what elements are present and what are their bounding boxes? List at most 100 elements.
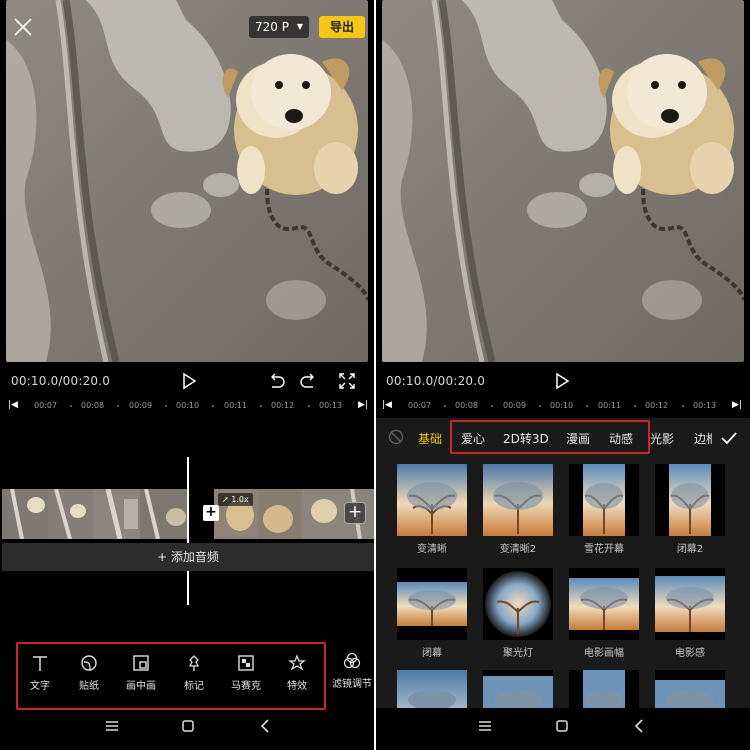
tool-filter[interactable]: 滤镜调节 <box>330 652 374 690</box>
effect-thumbnail <box>569 464 639 536</box>
close-icon[interactable] <box>12 16 34 38</box>
effect-category-tabs: 基础 爱心 2D转3D 漫画 动感 光影 边框 <box>376 418 750 458</box>
clip-frame <box>48 489 94 539</box>
menu-icon[interactable] <box>103 717 121 735</box>
tool-label: 滤镜调节 <box>332 679 372 690</box>
effect-name: 闭幕2 <box>676 544 704 555</box>
effect-item[interactable]: 电影画幅 <box>568 568 640 659</box>
play-icon[interactable] <box>179 371 199 391</box>
system-nav-bar <box>0 714 374 738</box>
ruler-dot <box>70 405 72 407</box>
ruler-tick: 00:11 <box>224 401 248 410</box>
ruler-dot <box>491 405 493 407</box>
effect-item[interactable] <box>568 670 640 708</box>
ruler-tick: 00:07 <box>408 401 432 410</box>
tool-sticker[interactable]: 贴纸 <box>67 654 111 702</box>
playhead[interactable] <box>187 457 189 605</box>
timeline-ruler[interactable]: |◀ 00:07 00:08 00:09 00:10 00:11 00:12 0… <box>0 398 374 414</box>
tab-border[interactable]: 边框 <box>694 430 712 447</box>
ruler-tick: 00:07 <box>34 401 58 410</box>
editor-pane-left: 720 P ▼ 导出 00:10.0/00:20.0 |◀ 00:07 00:0… <box>0 0 374 750</box>
effect-thumbnail <box>397 568 467 640</box>
tool-label: 特效 <box>287 681 307 692</box>
tool-label: 标记 <box>184 681 204 692</box>
effect-item[interactable]: 闭幕 <box>396 568 468 659</box>
ruler-dot <box>444 405 446 407</box>
ruler-dot <box>308 405 310 407</box>
video-preview[interactable] <box>6 0 368 362</box>
effect-item[interactable]: 变清晰 <box>396 464 468 555</box>
effect-name: 聚光灯 <box>503 648 533 659</box>
ruler-tick: 00:12 <box>645 401 669 410</box>
effect-item[interactable]: 闭幕2 <box>654 464 726 555</box>
tool-pip[interactable]: 画中画 <box>119 654 163 702</box>
resolution-dropdown[interactable]: 720 P ▼ <box>249 16 309 38</box>
confirm-check-icon[interactable] <box>720 429 738 447</box>
ruler-tick: 00:08 <box>455 401 479 410</box>
tool-label: 马赛克 <box>231 681 261 692</box>
tab-2d-to-3d[interactable]: 2D转3D <box>503 430 549 447</box>
resolution-label: 720 P <box>255 20 289 34</box>
ruler-dot <box>539 405 541 407</box>
ruler-tick: 00:13 <box>319 401 343 410</box>
no-effect-icon[interactable] <box>388 429 404 445</box>
ruler-tick: 00:09 <box>503 401 527 410</box>
timeline-ruler[interactable]: |◀ 00:07 00:08 00:09 00:10 00:11 00:12 0… <box>376 398 750 414</box>
effect-item[interactable]: 聚光灯 <box>482 568 554 659</box>
ruler-tick: 00:13 <box>693 401 717 410</box>
editor-pane-right: 00:10.0/00:20.0 |◀ 00:07 00:08 00:09 00:… <box>376 0 750 750</box>
home-icon[interactable] <box>553 717 571 735</box>
video-preview[interactable] <box>382 0 744 362</box>
export-button[interactable]: 导出 <box>319 16 365 38</box>
effect-name: 变清晰2 <box>499 544 537 555</box>
back-icon[interactable] <box>257 717 275 735</box>
effect-item[interactable] <box>482 670 554 708</box>
tool-mosaic[interactable]: 马赛克 <box>224 654 268 702</box>
undo-icon[interactable] <box>267 371 287 391</box>
redo-icon[interactable] <box>298 371 318 391</box>
ruler-tick: 00:12 <box>271 401 295 410</box>
ruler-dot <box>634 405 636 407</box>
menu-icon[interactable] <box>476 717 494 735</box>
tool-text[interactable]: 文字 <box>18 654 62 702</box>
effect-thumbnail <box>483 670 553 708</box>
skip-end-icon[interactable]: ▶| <box>732 400 742 410</box>
fullscreen-icon[interactable] <box>337 371 357 391</box>
system-nav-bar <box>376 714 750 738</box>
effect-item[interactable]: 变清晰2 <box>482 464 554 555</box>
clip-frame <box>2 489 48 539</box>
tab-light[interactable]: 光影 <box>650 430 674 447</box>
tab-comic[interactable]: 漫画 <box>566 430 590 447</box>
add-audio-button[interactable]: + 添加音频 <box>2 543 374 571</box>
back-icon[interactable] <box>631 717 649 735</box>
skip-start-icon[interactable]: |◀ <box>8 400 18 410</box>
effect-name: 变清晰 <box>417 544 447 555</box>
effect-thumbnail <box>655 670 725 708</box>
ruler-dot <box>260 405 262 407</box>
skip-start-icon[interactable]: |◀ <box>382 400 392 410</box>
ruler-dot <box>212 405 214 407</box>
add-clip-button[interactable]: + <box>344 502 366 524</box>
pin-icon <box>188 655 200 671</box>
sparkle-star-icon <box>288 654 306 671</box>
effect-item[interactable]: 电影感 <box>654 568 726 659</box>
tool-effects[interactable]: 特效 <box>275 654 319 702</box>
mosaic-icon <box>238 655 254 671</box>
tool-marker[interactable]: 标记 <box>172 654 216 702</box>
tab-basic[interactable]: 基础 <box>418 430 442 447</box>
tab-dynamic[interactable]: 动感 <box>609 430 633 447</box>
effect-item[interactable] <box>654 670 726 708</box>
effect-item[interactable]: 雪花开幕 <box>568 464 640 555</box>
add-transition-icon[interactable]: + <box>203 505 219 521</box>
skip-end-icon[interactable]: ▶| <box>358 400 368 410</box>
effect-item[interactable] <box>396 670 468 708</box>
home-icon[interactable] <box>179 717 197 735</box>
tab-heart[interactable]: 爱心 <box>461 430 485 447</box>
timecode: 00:10.0/00:20.0 <box>386 374 486 388</box>
play-icon[interactable] <box>552 371 572 391</box>
rocket-icon: ➚ <box>222 495 232 504</box>
ruler-tick: 00:08 <box>81 401 105 410</box>
ruler-dot <box>165 405 167 407</box>
ruler-tick: 00:09 <box>129 401 153 410</box>
speed-tag: ➚ 1.0x <box>218 493 253 506</box>
